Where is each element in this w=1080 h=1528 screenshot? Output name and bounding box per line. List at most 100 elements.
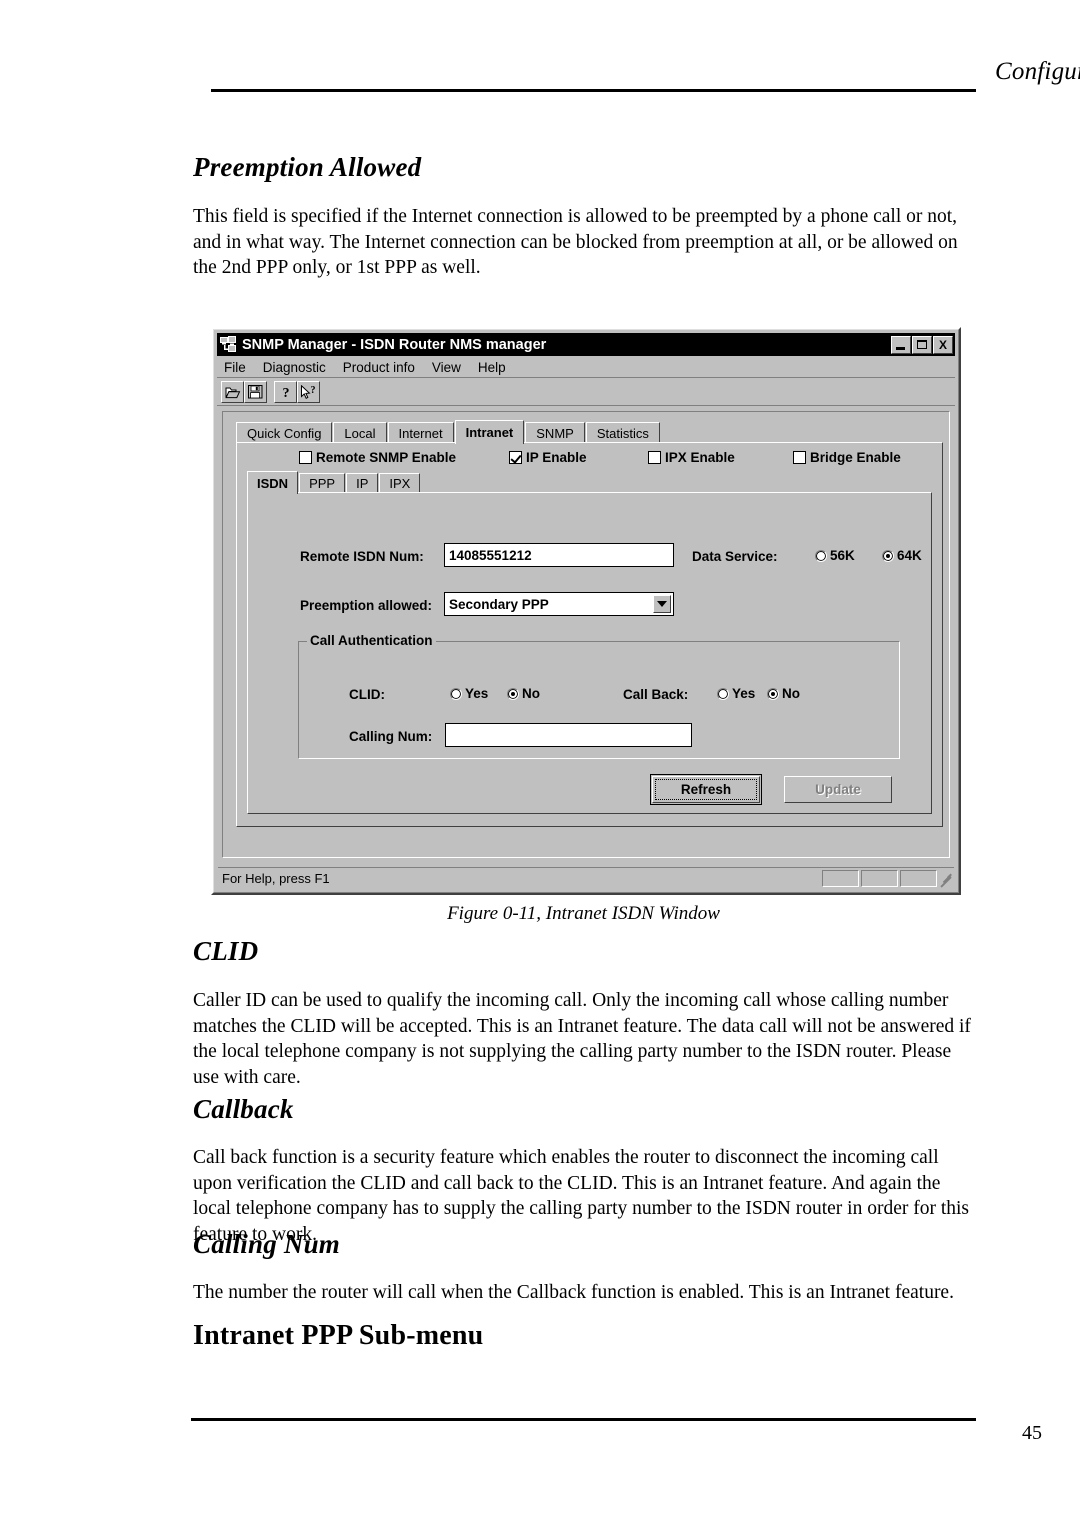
snmp-manager-window: SNMP Manager - ISDN Router NMS manager X…	[211, 327, 961, 895]
subtab-ipx[interactable]: IPX	[379, 473, 421, 493]
minimize-button[interactable]	[891, 335, 911, 354]
running-header: Configura	[995, 58, 1080, 85]
heading-calling-num: Calling Num	[193, 1229, 340, 1259]
remote-isdn-num-input[interactable]: 14085551212	[444, 543, 674, 567]
radio-clid-yes[interactable]: Yes	[450, 686, 488, 701]
call-authentication-title: Call Authentication	[307, 633, 436, 648]
refresh-button[interactable]: Refresh	[649, 773, 763, 806]
tab-statistics[interactable]: Statistics	[585, 422, 660, 443]
menu-item-help[interactable]: Help	[478, 360, 506, 375]
subtab-ppp[interactable]: PPP	[299, 473, 346, 493]
tab-local[interactable]: Local	[333, 422, 387, 443]
radio-data-service-56k[interactable]: 56K	[815, 548, 855, 563]
close-button[interactable]: X	[933, 335, 953, 354]
intranet-tab-panel: Remote SNMP Enable IP Enable IPX Enable	[236, 442, 943, 827]
statusbar-pane-3	[900, 869, 937, 887]
update-button-label: Update	[815, 782, 861, 797]
radio-label: No	[782, 686, 800, 701]
menu-item-diagnostic[interactable]: Diagnostic	[263, 360, 326, 375]
heading-preemption-allowed: Preemption Allowed	[193, 152, 422, 182]
footer-rule	[191, 1418, 976, 1421]
menu-item-file[interactable]: File	[224, 360, 246, 375]
protocol-enable-row: Remote SNMP Enable IP Enable IPX Enable	[237, 446, 942, 468]
save-disk-icon[interactable]	[244, 381, 267, 403]
heading-intranet-ppp-submenu: Intranet PPP Sub-menu	[193, 1320, 484, 1351]
window-controls: X	[891, 335, 953, 354]
radio-dot	[507, 687, 519, 700]
radio-callback-no[interactable]: No	[767, 686, 800, 701]
call-authentication-group: Call Authentication CLID: Yes No Call Ba…	[298, 633, 900, 759]
open-folder-icon[interactable]	[221, 381, 244, 403]
maximize-button[interactable]	[912, 335, 932, 354]
checkbox-box	[793, 450, 806, 464]
calling-num-input[interactable]	[445, 723, 692, 747]
label-call-back: Call Back:	[623, 687, 689, 702]
radio-callback-yes[interactable]: Yes	[717, 686, 755, 701]
statusbar: For Help, press F1	[218, 867, 954, 888]
radio-dot	[882, 549, 894, 562]
radio-label: No	[522, 686, 540, 701]
document-page: Configura Preemption Allowed This field …	[0, 0, 1080, 1528]
checkbox-box	[299, 450, 312, 464]
checkbox-label: IPX Enable	[665, 449, 735, 465]
window-title-text: SNMP Manager - ISDN Router NMS manager	[242, 336, 547, 353]
label-data-service: Data Service:	[692, 549, 778, 564]
radio-data-service-64k[interactable]: 64K	[882, 548, 922, 563]
radio-label: 64K	[897, 548, 922, 563]
radio-label: Yes	[732, 686, 756, 701]
checkbox-box	[509, 450, 522, 464]
main-tabstrip: Quick Config Local Internet Intranet SNM…	[236, 420, 943, 444]
menubar: File Diagnostic Product info View Help	[217, 357, 955, 378]
chevron-down-icon[interactable]	[653, 595, 671, 613]
preemption-allowed-dropdown[interactable]: Secondary PPP	[444, 592, 674, 616]
subtab-isdn[interactable]: ISDN	[247, 471, 299, 494]
heading-callback: Callback	[193, 1094, 294, 1124]
window-titlebar: SNMP Manager - ISDN Router NMS manager X	[217, 333, 955, 356]
subtab-ip[interactable]: IP	[346, 473, 379, 493]
figure-caption: Figure 0-11, Intranet ISDN Window	[447, 903, 720, 924]
menu-item-product-info[interactable]: Product info	[343, 360, 415, 375]
menu-item-view[interactable]: View	[432, 360, 461, 375]
preemption-allowed-value: Secondary PPP	[449, 596, 549, 612]
tab-quick-config[interactable]: Quick Config	[236, 422, 333, 443]
page-number: 45	[1022, 1422, 1042, 1444]
header-rule	[211, 89, 976, 92]
checkbox-label: IP Enable	[526, 449, 587, 465]
checkbox-ipx-enable[interactable]: IPX Enable	[648, 450, 735, 465]
label-remote-isdn-num: Remote ISDN Num:	[300, 549, 424, 564]
checkbox-label: Remote SNMP Enable	[316, 449, 457, 465]
checkbox-label: Bridge Enable	[810, 449, 901, 465]
label-preemption-allowed: Preemption allowed:	[300, 598, 433, 613]
update-button[interactable]: Update	[784, 776, 892, 803]
paragraph-clid: Caller ID can be used to qualify the inc…	[193, 990, 971, 1088]
checkbox-remote-snmp-enable[interactable]: Remote SNMP Enable	[299, 450, 456, 465]
statusbar-pane-2	[861, 869, 898, 887]
tab-internet[interactable]: Internet	[387, 422, 454, 443]
resize-grip-icon[interactable]	[939, 871, 953, 888]
svg-text:?: ?	[282, 386, 289, 399]
paragraph-preemption-allowed: This field is specified if the Internet …	[193, 206, 958, 278]
context-help-arrow-icon[interactable]: ?	[297, 381, 320, 403]
checkbox-box	[648, 450, 661, 464]
paragraph-calling-num: The number the router will call when the…	[193, 1282, 954, 1303]
label-clid: CLID:	[349, 687, 385, 702]
statusbar-text: For Help, press F1	[222, 870, 330, 886]
radio-clid-no[interactable]: No	[507, 686, 540, 701]
radio-dot	[767, 687, 779, 700]
tab-snmp[interactable]: SNMP	[525, 422, 585, 443]
radio-dot	[717, 687, 729, 700]
heading-clid: CLID	[193, 936, 259, 966]
radio-dot	[815, 549, 827, 562]
label-calling-num: Calling Num:	[349, 729, 433, 744]
checkbox-bridge-enable[interactable]: Bridge Enable	[793, 450, 901, 465]
help-question-icon[interactable]: ?	[274, 381, 297, 403]
radio-label: Yes	[465, 686, 489, 701]
protocol-subtabstrip: ISDN PPP IP IPX	[247, 471, 421, 494]
toolbar: ? ?	[217, 379, 955, 406]
checkbox-ip-enable[interactable]: IP Enable	[509, 450, 587, 465]
tab-intranet[interactable]: Intranet	[454, 420, 525, 444]
client-area: Quick Config Local Internet Intranet SNM…	[222, 411, 950, 858]
radio-label: 56K	[830, 548, 855, 563]
statusbar-pane-1	[822, 869, 859, 887]
isdn-subtab-panel: Remote ISDN Num: 14085551212 Data Servic…	[247, 492, 932, 814]
